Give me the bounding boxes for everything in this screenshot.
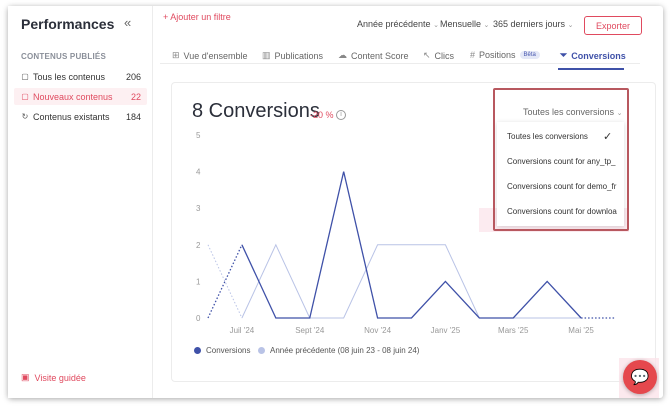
y-tick-label: 1 — [196, 277, 201, 286]
legend-label: Conversions — [206, 346, 251, 355]
x-tick-label: Mai '25 — [568, 326, 594, 335]
legend-dot-previous — [258, 347, 265, 354]
legend-dot-current — [194, 347, 201, 354]
y-tick-label: 0 — [196, 314, 201, 323]
y-tick-label: 3 — [196, 204, 201, 213]
y-tick-label: 2 — [196, 241, 201, 250]
x-tick-label: Janv '25 — [431, 326, 461, 335]
x-tick-label: Sept '24 — [295, 326, 325, 335]
chat-bubble-icon: 💬 — [630, 369, 650, 386]
legend-item-current[interactable]: Conversions — [194, 346, 250, 355]
y-tick-label: 4 — [196, 168, 201, 177]
x-tick-label: Mars '25 — [498, 326, 529, 335]
series-line-previous-partial-start — [207, 244, 243, 319]
y-tick-label: 5 — [196, 131, 201, 140]
x-tick-label: Juil '24 — [230, 326, 255, 335]
chat-button[interactable]: 💬 — [623, 360, 657, 394]
series-line-previous — [241, 243, 582, 319]
legend-label: Année précédente (08 juin 23 - 08 juin 2… — [270, 346, 420, 355]
series-line-current-partial-start — [207, 244, 243, 319]
dropdown-focus-outline — [493, 88, 629, 231]
legend-item-previous[interactable]: Année précédente (08 juin 23 - 08 juin 2… — [258, 346, 419, 355]
x-tick-label: Nov '24 — [364, 326, 391, 335]
